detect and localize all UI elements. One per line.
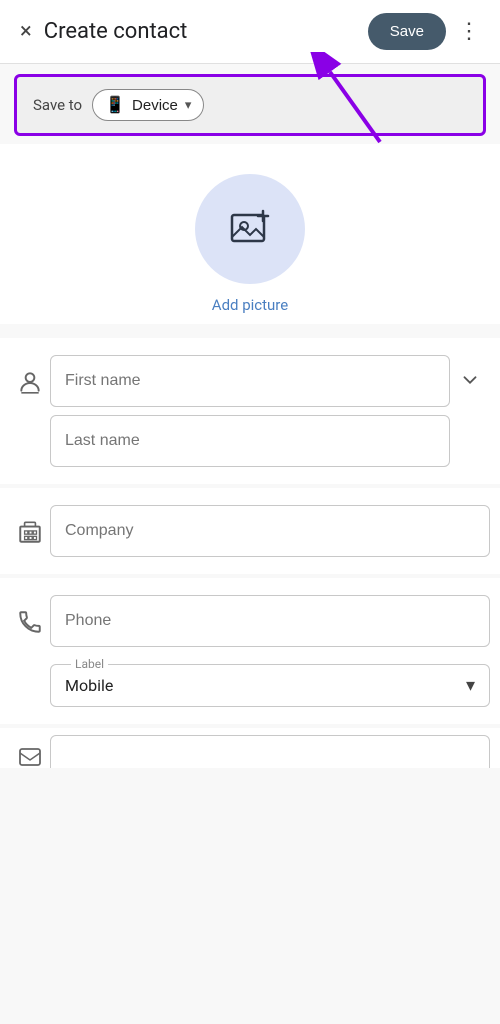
email-input-partial [50, 735, 490, 768]
dropdown-arrow-icon: ▾ [466, 675, 475, 696]
label-fieldset: Label Mobile ▾ [50, 657, 490, 707]
company-input[interactable] [50, 505, 490, 557]
avatar-section: Add picture [0, 144, 500, 324]
company-section [0, 488, 500, 574]
name-section [0, 338, 500, 484]
name-fields [50, 355, 450, 467]
device-icon: 📱 [105, 95, 125, 115]
first-name-input[interactable] [50, 355, 450, 407]
close-button[interactable]: × [12, 11, 40, 52]
chevron-down-icon: ▾ [185, 97, 192, 113]
save-to-bar: Save to 📱 Device ▾ [14, 74, 486, 136]
phone-label-wrapper: Label Mobile ▾ [50, 657, 490, 707]
phone-row: Label Mobile ▾ [0, 588, 500, 714]
name-row [0, 348, 500, 474]
person-icon [10, 355, 50, 395]
more-options-button[interactable]: ⋮ [450, 11, 488, 52]
add-picture-label[interactable]: Add picture [212, 296, 288, 314]
email-icon [10, 735, 50, 768]
company-row [0, 498, 500, 564]
expand-name-button[interactable] [450, 355, 490, 391]
phone-section: Label Mobile ▾ [0, 578, 500, 724]
save-to-label: Save to [33, 96, 82, 114]
device-label: Device [132, 97, 178, 114]
mobile-label: Mobile [65, 676, 113, 695]
company-fields [50, 505, 490, 557]
add-photo-icon [226, 205, 274, 253]
last-name-input[interactable] [50, 415, 450, 467]
save-button[interactable]: Save [368, 13, 446, 50]
email-section-partial [0, 728, 500, 768]
phone-icon [10, 595, 50, 635]
phone-input[interactable] [50, 595, 490, 647]
header: × Create contact Save ⋮ [0, 0, 500, 64]
save-to-device-button[interactable]: 📱 Device ▾ [92, 89, 204, 121]
mobile-dropdown[interactable]: Mobile ▾ [65, 675, 475, 696]
add-photo-button[interactable] [195, 174, 305, 284]
page-title: Create contact [44, 19, 368, 44]
label-legend: Label [71, 657, 108, 671]
phone-fields: Label Mobile ▾ [50, 595, 490, 707]
company-icon [10, 505, 50, 545]
